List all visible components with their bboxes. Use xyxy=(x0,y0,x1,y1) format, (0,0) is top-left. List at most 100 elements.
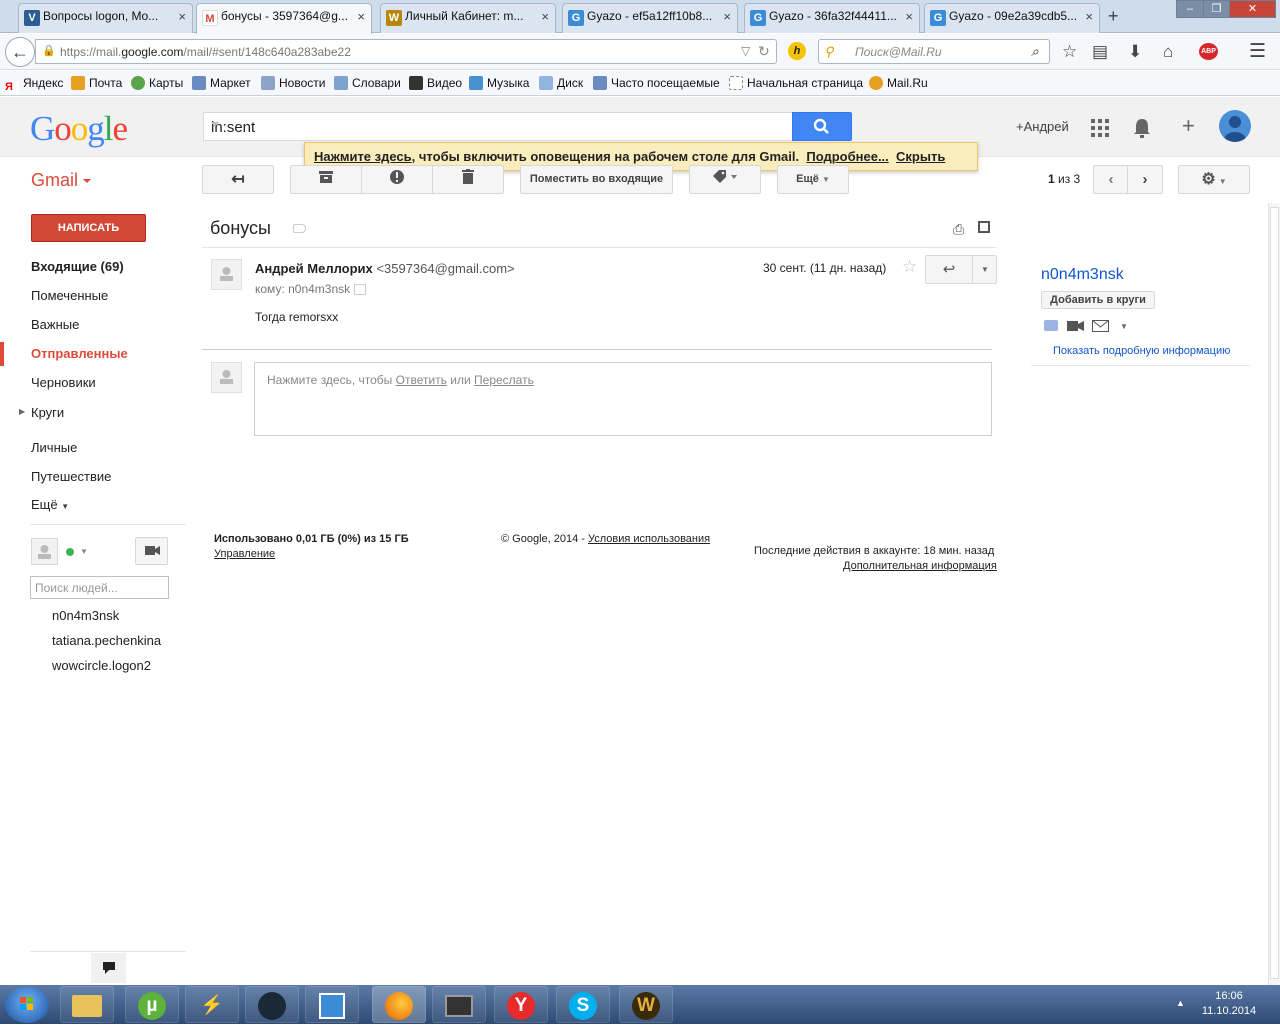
nav-inbox[interactable]: Входящие (69) xyxy=(31,259,124,274)
chat-avatar[interactable] xyxy=(31,538,58,565)
download-icon[interactable]: ⬇ xyxy=(1128,42,1142,62)
people-search-input[interactable]: Поиск людей... xyxy=(30,576,169,599)
learn-more-link[interactable]: Подробнее... xyxy=(806,149,888,164)
chat-contact[interactable]: wowcircle.logon2 xyxy=(52,658,151,673)
video-call-button[interactable] xyxy=(135,537,168,565)
chevron-down-icon[interactable]: ▽ xyxy=(741,44,750,58)
older-button[interactable]: › xyxy=(1127,165,1163,194)
settings-button[interactable]: ⚙ ▼ xyxy=(1178,165,1250,194)
hangout-chat-icon[interactable] xyxy=(1044,320,1058,331)
nav-sent[interactable]: Отправленные xyxy=(31,346,128,361)
bookmark-disk[interactable]: Диск xyxy=(539,76,583,90)
forward-link[interactable]: Переслать xyxy=(474,373,534,387)
delete-button[interactable] xyxy=(432,165,504,194)
reply-button[interactable]: ↩ xyxy=(925,255,973,284)
star-icon[interactable]: ☆ xyxy=(902,257,917,277)
more-actions-button[interactable]: Ещё ▼ xyxy=(777,165,849,194)
expand-arrow-icon[interactable]: ▶ xyxy=(19,407,25,416)
newer-button[interactable]: ‹ xyxy=(1093,165,1129,194)
search-icon[interactable]: ⌕ xyxy=(1031,43,1039,60)
archive-button[interactable] xyxy=(290,165,362,194)
tab-gyazo-3[interactable]: G Gyazo - 09e2a39cdb5... × xyxy=(924,3,1100,33)
manage-storage-link[interactable]: Управление xyxy=(214,548,275,560)
url-bar[interactable]: 🔒 https://mail.google.com/mail/#sent/148… xyxy=(35,39,777,64)
bookmark-pochta[interactable]: Почта xyxy=(71,76,122,90)
winamp-taskbar-button[interactable]: ⚡ xyxy=(185,986,239,1023)
utorrent-taskbar-button[interactable]: µ xyxy=(125,986,179,1023)
tab-gyazo-2[interactable]: G Gyazo - 36fa32f44411... × xyxy=(744,3,920,33)
report-spam-button[interactable] xyxy=(361,165,433,194)
menu-icon[interactable]: ☰ xyxy=(1249,40,1266,63)
gmail-app-menu[interactable]: Gmail xyxy=(31,170,91,191)
notifications-bell-icon[interactable] xyxy=(1132,117,1152,139)
nav-circles[interactable]: Круги xyxy=(31,405,64,420)
nav-personal[interactable]: Личные xyxy=(31,440,77,455)
labels-button[interactable] xyxy=(689,165,761,194)
maximize-button[interactable]: ❐ xyxy=(1203,0,1230,18)
account-details-link[interactable]: Дополнительная информация xyxy=(843,560,997,572)
bookmark-frequent[interactable]: Часто посещаемые xyxy=(593,76,720,90)
adblock-icon[interactable]: ABP xyxy=(1199,43,1218,60)
scrollbar-thumb[interactable] xyxy=(1270,207,1279,979)
reload-icon[interactable]: ↻ xyxy=(758,43,770,60)
move-to-inbox-button[interactable]: Поместить во входящие xyxy=(520,165,673,194)
gyazo-taskbar-button[interactable] xyxy=(305,986,359,1023)
bookmark-muzyka[interactable]: Музыка xyxy=(469,76,529,90)
google-plus-user-link[interactable]: +Андрей xyxy=(1016,119,1069,134)
sender-name[interactable]: Андрей Меллорих <3597364@gmail.com> xyxy=(255,261,515,276)
print-icon[interactable]: ⎙ xyxy=(953,221,964,238)
account-avatar[interactable] xyxy=(1219,110,1251,142)
tab-voprosy[interactable]: V Вопросы logon, Mo... × xyxy=(18,3,193,33)
chevron-down-icon[interactable]: ▼ xyxy=(80,547,88,556)
bookmark-start-page[interactable]: Начальная страница xyxy=(729,76,863,90)
quick-reply-box[interactable]: Нажмите здесь, чтобы Ответить или Пересл… xyxy=(254,362,992,436)
terms-link[interactable]: Условия использования xyxy=(588,533,710,545)
add-to-circles-button[interactable]: Добавить в круги xyxy=(1041,291,1155,309)
system-clock[interactable]: 16:06 11.10.2014 xyxy=(1199,989,1259,1019)
firefox-taskbar-button[interactable] xyxy=(372,986,426,1023)
apps-grid-icon[interactable] xyxy=(1091,119,1109,137)
tab-cabinet[interactable]: W Личный Кабинет: m... × xyxy=(380,3,556,33)
contact-name[interactable]: n0n4m3nsk xyxy=(1041,266,1124,284)
close-icon[interactable]: × xyxy=(541,9,549,24)
hola-icon[interactable]: h xyxy=(788,42,806,60)
tray-expand-icon[interactable]: ▲ xyxy=(1176,998,1185,1008)
explorer-taskbar-button[interactable] xyxy=(60,986,114,1023)
new-tab-button[interactable]: + xyxy=(1108,6,1119,27)
close-icon[interactable]: × xyxy=(178,9,186,24)
new-window-icon[interactable] xyxy=(978,221,990,233)
bookmark-slovari[interactable]: Словари xyxy=(334,76,401,90)
nav-starred[interactable]: Помеченные xyxy=(31,288,108,303)
sender-avatar[interactable] xyxy=(211,259,242,290)
hide-banner-link[interactable]: Скрыть xyxy=(896,149,945,164)
skype-taskbar-button[interactable]: S xyxy=(556,986,610,1023)
hangouts-button[interactable] xyxy=(91,953,126,983)
google-logo[interactable]: Google xyxy=(30,109,128,149)
nav-travel[interactable]: Путешествие xyxy=(31,469,111,484)
search-options-icon[interactable] xyxy=(211,122,219,127)
back-to-sent-button[interactable]: ↤ xyxy=(202,165,274,194)
bookmark-yandex[interactable]: Я Яндекс xyxy=(5,76,63,95)
chevron-down-icon[interactable]: ▼ xyxy=(1120,322,1128,331)
nav-more[interactable]: Ещё ▼ xyxy=(31,497,69,512)
enable-notifications-link[interactable]: Нажмите здесь xyxy=(314,149,412,164)
gmail-search-input[interactable]: in:sent xyxy=(203,112,793,141)
tab-gyazo-1[interactable]: G Gyazo - ef5a12ff10b8... × xyxy=(562,3,738,33)
label-icon[interactable] xyxy=(293,224,306,233)
wow-taskbar-button[interactable]: W xyxy=(619,986,673,1023)
media-player-taskbar-button[interactable] xyxy=(432,986,486,1023)
bookmark-market[interactable]: Маркет xyxy=(192,76,251,90)
show-details-link[interactable]: Показать подробную информацию xyxy=(1053,345,1230,357)
steam-taskbar-button[interactable] xyxy=(245,986,299,1023)
chat-contact[interactable]: tatiana.pechenkina xyxy=(52,633,161,648)
bookmark-star-icon[interactable]: ☆ xyxy=(1062,42,1077,62)
share-plus-icon[interactable]: + xyxy=(1182,113,1195,139)
window-close-button[interactable]: ✕ xyxy=(1229,0,1276,18)
bookmark-video[interactable]: Видео xyxy=(409,76,462,90)
status-online-icon[interactable] xyxy=(66,548,74,556)
close-icon[interactable]: × xyxy=(905,9,913,24)
compose-button[interactable]: НАПИСАТЬ xyxy=(31,214,146,242)
mailru-search-field[interactable]: ⚲ Поиск@Mail.Ru ⌕ xyxy=(818,39,1050,64)
back-button[interactable]: ← xyxy=(5,37,35,67)
more-options-button[interactable]: ▼ xyxy=(972,255,997,284)
